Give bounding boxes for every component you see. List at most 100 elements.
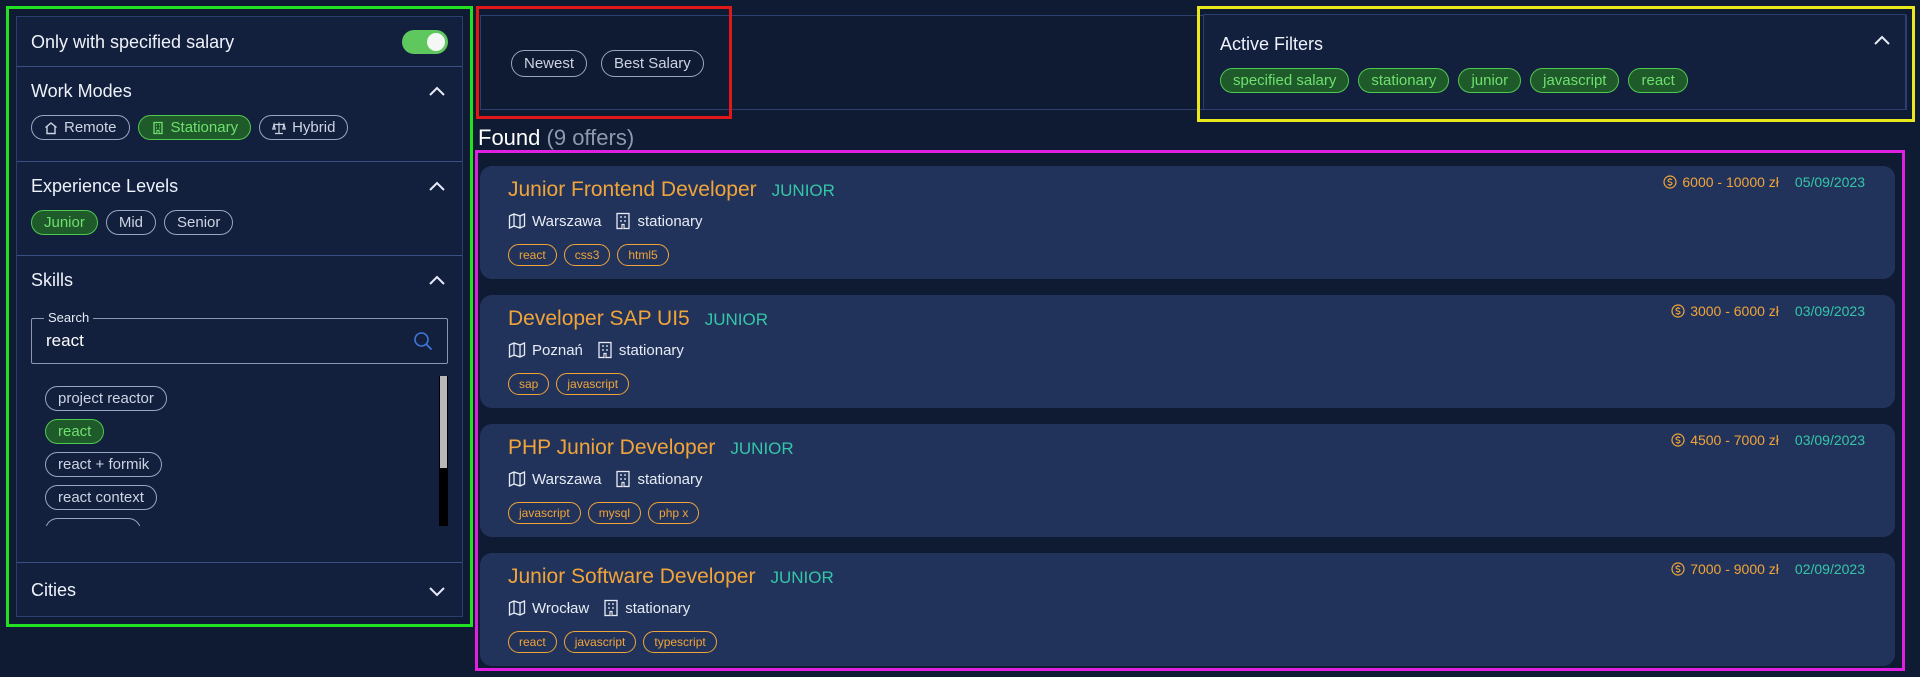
offer-title[interactable]: Junior Frontend Developer xyxy=(508,178,757,202)
offer-skill-tag: react xyxy=(508,631,557,653)
cities-section: Cities xyxy=(17,563,462,613)
salary-toggle-section: Only with specified salary xyxy=(17,17,462,67)
salary-toggle-label: Only with specified salary xyxy=(31,31,235,52)
offer-date: 03/09/2023 xyxy=(1794,432,1865,448)
cities-title: Cities xyxy=(31,580,77,600)
offer-card[interactable]: Junior Frontend Developer JUNIOR Warszaw… xyxy=(480,166,1895,279)
offer-date: 05/09/2023 xyxy=(1794,174,1865,190)
chevron-down-icon[interactable] xyxy=(426,580,448,602)
active-filter-chip[interactable]: specified salary xyxy=(1220,68,1350,93)
work-mode-hybrid-chip[interactable]: Hybrid xyxy=(259,115,349,140)
search-label: Search xyxy=(44,310,94,325)
offer-level: JUNIOR xyxy=(771,181,835,200)
offer-salary: 4500 - 7000 zł xyxy=(1690,432,1779,448)
offer-skill-tag: react xyxy=(508,244,557,266)
filters-panel: Only with specified salary Work Modes Re… xyxy=(16,16,463,617)
skills-list: project reactor react react + formik rea… xyxy=(31,376,448,526)
experience-title: Experience Levels xyxy=(31,175,179,196)
skills-search-input[interactable]: Search react xyxy=(31,310,448,364)
sort-newest-button[interactable]: Newest xyxy=(511,50,588,77)
experience-mid-chip[interactable]: Mid xyxy=(105,210,157,235)
sort-best-salary-button[interactable]: Best Salary xyxy=(601,50,704,77)
scrollbar-thumb[interactable] xyxy=(440,376,447,468)
offer-card[interactable]: Junior Software Developer JUNIOR Wrocław… xyxy=(480,553,1895,666)
offer-card[interactable]: Developer SAP UI5 JUNIOR Poznań stationa… xyxy=(480,295,1895,408)
salary-toggle-switch[interactable] xyxy=(402,30,448,54)
skills-section: Skills Search react project reactor reac… xyxy=(17,256,462,563)
cities-header[interactable]: Cities xyxy=(17,563,462,618)
offer-city: Poznań xyxy=(532,341,583,359)
work-mode-label: Hybrid xyxy=(292,119,336,136)
building-icon xyxy=(604,599,618,617)
skill-chip-partial[interactable] xyxy=(45,518,141,526)
offer-date: 03/09/2023 xyxy=(1794,303,1865,319)
chevron-up-icon[interactable] xyxy=(426,269,448,291)
experience-section: Experience Levels Junior Mid Senior xyxy=(17,162,462,256)
chevron-up-icon[interactable] xyxy=(426,80,448,102)
active-filter-chip[interactable]: junior xyxy=(1458,68,1522,93)
skills-scrollbar[interactable] xyxy=(439,376,448,526)
experience-header[interactable]: Experience Levels xyxy=(17,162,462,210)
offer-card[interactable]: PHP Junior Developer JUNIOR Warszawa sta… xyxy=(480,424,1895,537)
offer-level: JUNIOR xyxy=(704,310,768,329)
skill-chip[interactable]: react context xyxy=(45,485,157,510)
active-filters-title: Active Filters xyxy=(1220,34,1324,54)
offer-date: 02/09/2023 xyxy=(1794,561,1865,577)
offer-salary: 7000 - 9000 zł xyxy=(1690,561,1779,577)
work-modes-title: Work Modes xyxy=(31,80,132,101)
offer-skill-tag: php x xyxy=(648,502,700,524)
building-icon xyxy=(152,121,163,134)
work-modes-header[interactable]: Work Modes xyxy=(17,67,462,115)
building-icon xyxy=(598,341,612,359)
map-icon xyxy=(508,599,526,617)
offer-title[interactable]: Junior Software Developer xyxy=(508,565,755,589)
skills-title: Skills xyxy=(31,269,74,290)
found-label: Found xyxy=(478,125,541,150)
results-count: Found (9 offers) xyxy=(478,125,634,151)
offer-title[interactable]: PHP Junior Developer xyxy=(508,436,715,460)
offer-work-mode: stationary xyxy=(637,470,703,488)
building-icon xyxy=(616,212,631,230)
offer-salary: 3000 - 6000 zł xyxy=(1690,303,1779,319)
chevron-up-icon[interactable] xyxy=(426,175,448,197)
toggle-knob xyxy=(427,33,445,51)
work-modes-section: Work Modes Remote Stationary Hybrid xyxy=(17,67,462,162)
offer-skill-tag: typescript xyxy=(643,631,717,653)
offer-city: Warszawa xyxy=(532,470,602,488)
work-mode-stationary-chip[interactable]: Stationary xyxy=(137,115,252,140)
offer-work-mode: stationary xyxy=(637,212,703,230)
work-mode-remote-chip[interactable]: Remote xyxy=(31,115,130,140)
search-value[interactable]: react xyxy=(46,331,84,351)
offer-salary: 6000 - 10000 zł xyxy=(1682,174,1779,190)
offer-skill-tag: mysql xyxy=(587,502,642,524)
offer-level: JUNIOR xyxy=(770,568,834,587)
offer-skill-tag: javascript xyxy=(563,631,637,653)
skills-header[interactable]: Skills xyxy=(17,256,462,304)
map-icon xyxy=(508,470,526,488)
active-filter-chip[interactable]: stationary xyxy=(1358,68,1450,93)
active-filter-chip[interactable]: react xyxy=(1628,68,1688,93)
skill-chip[interactable]: project reactor xyxy=(45,386,167,411)
experience-junior-chip[interactable]: Junior xyxy=(31,210,98,235)
experience-senior-chip[interactable]: Senior xyxy=(164,210,234,235)
offer-skill-tag: sap xyxy=(508,373,550,395)
work-mode-label: Stationary xyxy=(170,119,239,136)
coin-icon xyxy=(1671,304,1685,318)
offer-skill-tag: html5 xyxy=(617,244,669,266)
offer-skill-tag: javascript xyxy=(556,373,630,395)
home-icon xyxy=(45,121,57,134)
offer-skill-tag: javascript xyxy=(508,502,581,524)
work-mode-label: Remote xyxy=(64,119,117,136)
offer-count: (9 offers) xyxy=(546,125,635,150)
chevron-up-icon[interactable] xyxy=(1873,33,1891,51)
active-filter-chip[interactable]: javascript xyxy=(1530,68,1620,93)
scale-icon xyxy=(272,121,287,134)
search-icon[interactable] xyxy=(413,331,433,356)
active-filters-panel: Active Filters specified salary stationa… xyxy=(1203,14,1906,110)
skill-chip[interactable]: react + formik xyxy=(45,452,163,477)
skill-chip[interactable]: react xyxy=(45,419,105,444)
offer-work-mode: stationary xyxy=(625,599,691,617)
coin-icon xyxy=(1671,562,1685,576)
offer-level: JUNIOR xyxy=(730,439,794,458)
offer-title[interactable]: Developer SAP UI5 xyxy=(508,307,690,331)
